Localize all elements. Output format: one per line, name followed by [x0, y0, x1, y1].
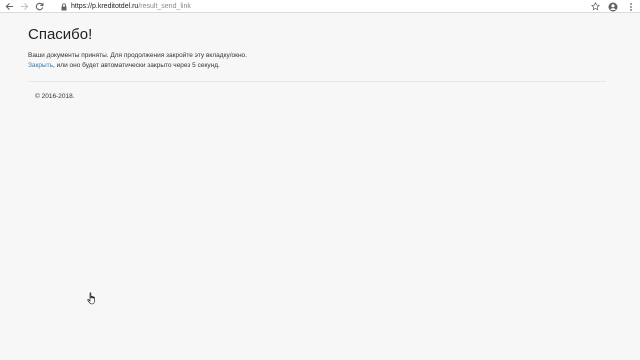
url-host: https://p.kreditotdel.ru	[71, 3, 139, 10]
browser-toolbar: https://p.kreditotdel.ru/result_send_lin…	[0, 0, 640, 13]
reload-icon[interactable]	[33, 0, 45, 12]
back-arrow-icon[interactable]	[3, 0, 15, 12]
account-icon[interactable]	[608, 2, 618, 12]
footer-copyright: © 2016-2018.	[35, 93, 75, 100]
message-line-2: Закрыть, или оно будет автоматически зак…	[28, 61, 608, 71]
star-icon[interactable]	[590, 2, 600, 12]
autoclose-text: , или оно будет автоматически закрыто че…	[53, 62, 220, 69]
close-link[interactable]: Закрыть	[28, 62, 53, 69]
message-line-1: Ваши документы приняты. Для продолжения …	[28, 52, 247, 59]
toolbar-right	[590, 0, 636, 13]
forward-arrow-icon[interactable]	[18, 0, 30, 12]
lock-icon	[60, 2, 68, 12]
address-bar[interactable]: https://p.kreditotdel.ru/result_send_lin…	[60, 1, 590, 12]
page-title: Спасибо!	[28, 26, 93, 43]
url-path: /result_send_link	[138, 3, 191, 10]
hand-cursor-icon	[87, 292, 97, 305]
main-content: Спасибо! Ваши документы приняты. Для про…	[28, 26, 608, 71]
footer-divider	[28, 81, 606, 82]
confirmation-message: Ваши документы приняты. Для продолжения …	[28, 51, 608, 71]
menu-icon[interactable]	[626, 2, 636, 12]
